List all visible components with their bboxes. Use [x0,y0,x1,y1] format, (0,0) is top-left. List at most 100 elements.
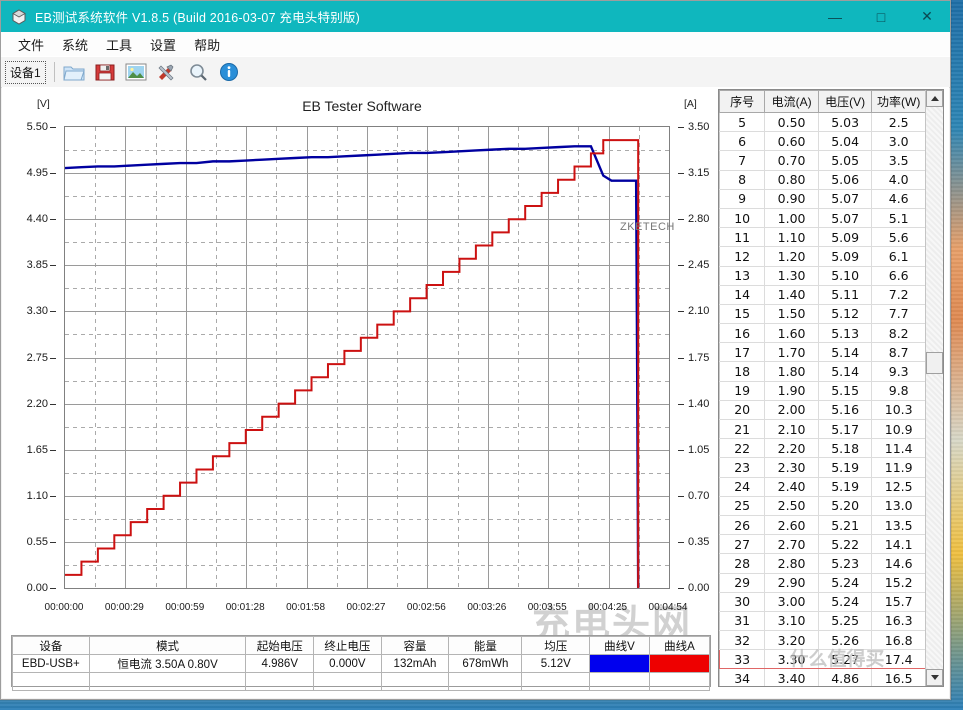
y-tick-left-1: 0.55 [26,535,48,548]
brand-label: ZKETECH [620,221,675,233]
summary-empty-cell-4 [313,672,382,691]
table-row[interactable]: 26 2.60 5.21 13.5 [719,514,926,536]
y-tickmark-right-4 [678,403,684,405]
table-row[interactable]: 9 0.90 5.07 4.6 [719,188,926,209]
table-row[interactable]: 21 2.10 5.17 10.9 [719,418,926,440]
y-tickmark-right-10 [678,127,684,128]
menu-item-file[interactable]: 文件 [9,33,53,56]
y-tick-left-10: 5.50 [26,121,48,133]
summary-empty-cell-7 [521,672,591,691]
open-folder-icon[interactable] [59,59,89,85]
table-row[interactable]: 16 1.60 5.13 8.2 [719,323,926,344]
table-row[interactable]: 13 1.30 5.10 6.6 [719,265,926,286]
table-row[interactable]: 12 1.20 5.09 6.1 [719,246,926,267]
table-row[interactable]: 31 3.10 5.25 16.3 [719,610,926,632]
menu-item-help[interactable]: 帮助 [185,33,229,56]
plot-area[interactable] [64,126,670,589]
grid-col-voltage[interactable]: 电压(V) [817,90,873,113]
scroll-up-button[interactable] [926,90,943,107]
table-row[interactable]: 8 0.80 5.06 4.0 [719,169,926,190]
row-voltage: 5.03 [817,111,873,133]
table-row[interactable]: 19 1.90 5.15 9.8 [719,380,926,401]
row-index: 26 [719,514,766,536]
table-row[interactable]: 15 1.50 5.12 7.7 [719,303,926,325]
row-power: 8.2 [871,323,926,344]
image-icon[interactable] [121,59,151,85]
summary-capacity-value: 132mAh [380,654,450,673]
table-row[interactable]: 14 1.40 5.11 7.2 [719,284,926,305]
row-voltage: 5.20 [817,495,873,516]
table-row[interactable]: 34 3.40 4.86 16.5 [719,668,926,686]
y-axis-left-unit: [V] [37,98,50,110]
row-index: 28 [719,553,766,574]
y-tick-left-3: 1.65 [26,443,48,456]
y-tick-right-9: 3.15 [688,167,710,180]
table-row[interactable]: 10 1.00 5.07 5.1 [719,207,926,229]
row-power: 11.4 [871,438,926,459]
table-row[interactable]: 27 2.70 5.22 14.1 [719,534,926,555]
curve-v-color-swatch[interactable] [589,654,650,673]
y-tickmark-left-4 [50,403,56,405]
menu-item-tools[interactable]: 工具 [97,33,141,56]
grid-col-power[interactable]: 功率(W) [871,90,926,113]
scroll-down-button[interactable] [926,669,943,686]
table-row[interactable]: 11 1.10 5.09 5.6 [719,227,926,248]
table-row[interactable]: 29 2.90 5.24 15.2 [719,572,926,593]
minimize-button[interactable]: — [812,1,858,32]
row-index: 13 [719,265,766,286]
y-tickmark-left-8 [50,219,56,221]
y-tickmark-left-3 [50,449,56,451]
table-row[interactable]: 22 2.20 5.18 11.4 [719,438,926,459]
row-voltage: 5.23 [817,553,873,574]
curve-a-color-swatch[interactable] [648,654,711,673]
scrollbar-thumb[interactable] [926,352,943,374]
row-power: 9.3 [871,361,926,382]
row-index: 23 [719,457,766,478]
table-row[interactable]: 7 0.70 5.05 3.5 [719,150,926,171]
x-tick-4: 00:01:58 [286,602,326,613]
table-row[interactable]: 24 2.40 5.19 12.5 [719,476,926,497]
zoom-icon[interactable] [183,59,213,85]
row-index: 21 [719,418,766,440]
summary-table: 设备 模式 起始电压 终止电压 容量 能量 均压 曲线V 曲线A EBD-USB… [11,635,711,691]
table-row[interactable]: 5 0.50 5.03 2.5 [719,111,926,133]
table-row[interactable]: 23 2.30 5.19 11.9 [719,457,926,478]
table-row[interactable]: 6 0.60 5.04 3.0 [719,131,926,152]
maximize-button[interactable]: □ [858,1,904,32]
grid-col-current[interactable]: 电流(A) [764,90,819,113]
row-current: 1.30 [764,265,819,286]
grid-vertical-scrollbar[interactable] [925,90,943,686]
y-tickmark-left-1 [50,541,56,543]
row-current: 3.00 [764,591,819,612]
row-power: 16.3 [871,610,926,632]
summary-data-row[interactable]: EBD-USB+ 恒电流 3.50A 0.80V 4.986V 0.000V 1… [12,654,711,673]
y-axis-right-unit: [A] [684,98,697,110]
save-disk-icon[interactable] [90,59,120,85]
device-tab-button[interactable]: 设备1 [5,60,46,84]
table-row[interactable]: 25 2.50 5.20 13.0 [719,495,926,516]
table-row[interactable]: 30 3.00 5.24 15.7 [719,591,926,612]
table-row[interactable]: 18 1.80 5.14 9.3 [719,361,926,382]
scrollbar-track[interactable] [926,107,943,669]
table-row[interactable]: 33 3.30 5.27 17.4 [719,649,926,670]
close-button[interactable]: ✕ [904,1,950,32]
row-index: 22 [719,438,766,459]
x-tick-7: 00:03:26 [467,602,507,613]
menu-item-settings[interactable]: 设置 [141,33,185,56]
row-index: 11 [719,227,766,248]
table-row[interactable]: 28 2.80 5.23 14.6 [719,553,926,574]
row-voltage: 5.14 [817,342,873,363]
table-row[interactable]: 32 3.20 5.26 16.8 [719,630,926,651]
menu-item-system[interactable]: 系统 [53,33,97,56]
y-tick-right-3: 1.05 [688,443,710,456]
series-voltage [65,145,640,588]
row-index: 12 [719,246,766,267]
table-row[interactable]: 20 2.00 5.16 10.3 [719,399,926,421]
table-row[interactable]: 17 1.70 5.14 8.7 [719,342,926,363]
info-icon[interactable] [214,59,244,85]
row-current: 2.20 [764,438,819,459]
grid-col-index[interactable]: 序号 [719,90,766,113]
tools-icon[interactable] [152,59,182,85]
row-current: 2.70 [764,534,819,555]
y-tick-right-6: 2.10 [688,305,710,318]
